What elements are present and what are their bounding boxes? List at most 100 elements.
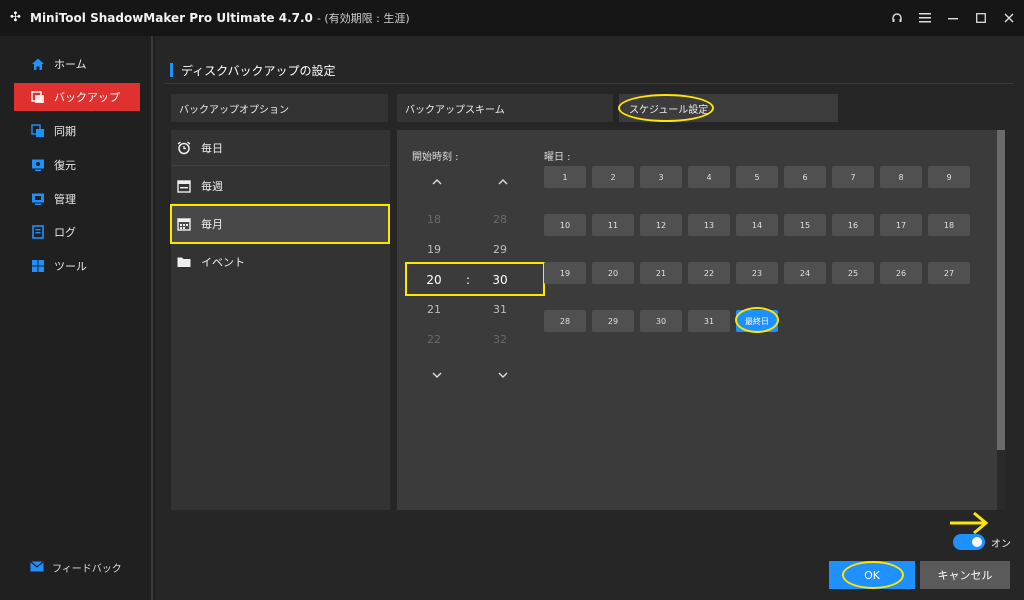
- calendar-week-icon: [175, 179, 193, 193]
- day-button[interactable]: 28: [544, 310, 586, 332]
- tab-backup-options[interactable]: バックアップオプション: [171, 94, 388, 122]
- schedule-type-weekly[interactable]: 毎週: [171, 168, 390, 204]
- day-button[interactable]: 9: [928, 166, 970, 188]
- minute-option[interactable]: 29: [480, 243, 520, 256]
- day-button[interactable]: 27: [928, 262, 970, 284]
- day-button[interactable]: 17: [880, 214, 922, 236]
- day-button[interactable]: 22: [688, 262, 730, 284]
- tools-icon: [30, 258, 46, 274]
- maximize-icon[interactable]: [968, 0, 994, 36]
- minute-option[interactable]: 28: [480, 213, 520, 226]
- menu-icon[interactable]: [912, 0, 938, 36]
- tab-backup-scheme[interactable]: バックアップスキーム: [397, 94, 613, 122]
- highlight-ok-button: [842, 561, 904, 589]
- sidebar-item-label: 管理: [54, 193, 76, 206]
- toggle-label: オン: [991, 539, 1011, 550]
- day-button[interactable]: 2: [592, 166, 634, 188]
- sidebar-item-label: バックアップ: [54, 91, 120, 104]
- sidebar-item-log[interactable]: ログ: [14, 218, 140, 246]
- minimize-icon[interactable]: [940, 0, 966, 36]
- day-button[interactable]: 25: [832, 262, 874, 284]
- hour-up-chevron-icon[interactable]: [430, 177, 444, 187]
- start-time-label: 開始時刻 :: [412, 152, 459, 163]
- day-button[interactable]: 3: [640, 166, 682, 188]
- feedback-label: フィードバック: [52, 564, 122, 575]
- day-button[interactable]: 8: [880, 166, 922, 188]
- title-accent-bar: [170, 63, 173, 77]
- sidebar-item-label: 同期: [54, 125, 76, 138]
- hour-option[interactable]: 22: [414, 333, 454, 346]
- schedule-toggle[interactable]: [953, 534, 985, 550]
- sidebar-item-label: ログ: [54, 226, 76, 239]
- toggle-knob: [972, 537, 982, 547]
- days-label: 曜日 :: [544, 152, 571, 163]
- hour-option[interactable]: 19: [414, 243, 454, 256]
- day-button[interactable]: 11: [592, 214, 634, 236]
- day-button[interactable]: 24: [784, 262, 826, 284]
- day-button[interactable]: 31: [688, 310, 730, 332]
- day-button[interactable]: 7: [832, 166, 874, 188]
- day-button[interactable]: 4: [688, 166, 730, 188]
- tab-label: バックアップオプション: [179, 104, 289, 116]
- alarm-clock-icon: [175, 140, 193, 155]
- license-text: - (有効期限 : 生涯): [316, 12, 410, 25]
- day-button[interactable]: 14: [736, 214, 778, 236]
- title-divider: [164, 83, 1014, 84]
- restore-icon: [30, 157, 46, 173]
- schedule-type-event[interactable]: イベント: [171, 244, 390, 280]
- minute-up-chevron-icon[interactable]: [496, 177, 510, 187]
- day-button[interactable]: 10: [544, 214, 586, 236]
- minute-option[interactable]: 31: [480, 303, 520, 316]
- close-icon[interactable]: [996, 0, 1022, 36]
- day-button[interactable]: 23: [736, 262, 778, 284]
- sidebar-item-restore[interactable]: 復元: [14, 151, 140, 179]
- day-button[interactable]: 20: [592, 262, 634, 284]
- day-button[interactable]: 5: [736, 166, 778, 188]
- app-title: MiniTool ShadowMaker Pro Ultimate 4.7.0: [30, 11, 313, 25]
- sidebar-item-label: ホーム: [54, 58, 87, 71]
- hour-option[interactable]: 18: [414, 213, 454, 226]
- day-button[interactable]: 1: [544, 166, 586, 188]
- hour-down-chevron-icon[interactable]: [430, 371, 444, 381]
- highlight-last-day: [735, 307, 779, 333]
- sidebar-item-label: 復元: [54, 159, 76, 172]
- day-button[interactable]: 13: [688, 214, 730, 236]
- sidebar-item-sync[interactable]: 同期: [14, 117, 140, 145]
- sidebar-item-backup[interactable]: バックアップ: [14, 83, 140, 111]
- sidebar-item-home[interactable]: ホーム: [14, 50, 140, 78]
- mail-icon: [30, 560, 44, 575]
- highlight-start-time: [405, 262, 545, 296]
- feedback-link[interactable]: フィードバック: [30, 560, 122, 575]
- title-bar: ✣ MiniTool ShadowMaker Pro Ultimate 4.7.…: [0, 0, 1024, 36]
- sidebar-item-manage[interactable]: 管理: [14, 185, 140, 213]
- day-button[interactable]: 18: [928, 214, 970, 236]
- schedule-type-label: イベント: [201, 256, 245, 269]
- sidebar-item-tools[interactable]: ツール: [14, 252, 140, 280]
- cancel-button[interactable]: キャンセル: [920, 561, 1010, 589]
- schedule-type-daily[interactable]: 毎日: [171, 130, 390, 166]
- backup-icon: [30, 89, 46, 105]
- home-icon: [30, 56, 46, 72]
- day-button[interactable]: 26: [880, 262, 922, 284]
- day-button[interactable]: 29: [592, 310, 634, 332]
- schedule-type-label: 毎週: [201, 179, 223, 193]
- day-button[interactable]: 12: [640, 214, 682, 236]
- sync-icon: [30, 123, 46, 139]
- day-button[interactable]: 15: [784, 214, 826, 236]
- headset-icon[interactable]: [884, 0, 910, 36]
- minute-down-chevron-icon[interactable]: [496, 371, 510, 381]
- hour-option[interactable]: 21: [414, 303, 454, 316]
- scrollbar-thumb[interactable]: [997, 130, 1005, 450]
- day-button[interactable]: 30: [640, 310, 682, 332]
- day-button[interactable]: 16: [832, 214, 874, 236]
- day-button[interactable]: 19: [544, 262, 586, 284]
- page-title-text: ディスクバックアップの設定: [181, 63, 336, 78]
- day-button[interactable]: 6: [784, 166, 826, 188]
- window-controls: [884, 0, 1024, 36]
- highlight-schedule-tab: [618, 94, 714, 122]
- manage-icon: [30, 191, 46, 207]
- schedule-type-label: 毎日: [201, 141, 223, 155]
- minute-option[interactable]: 32: [480, 333, 520, 346]
- day-button[interactable]: 21: [640, 262, 682, 284]
- folder-icon: [175, 256, 193, 268]
